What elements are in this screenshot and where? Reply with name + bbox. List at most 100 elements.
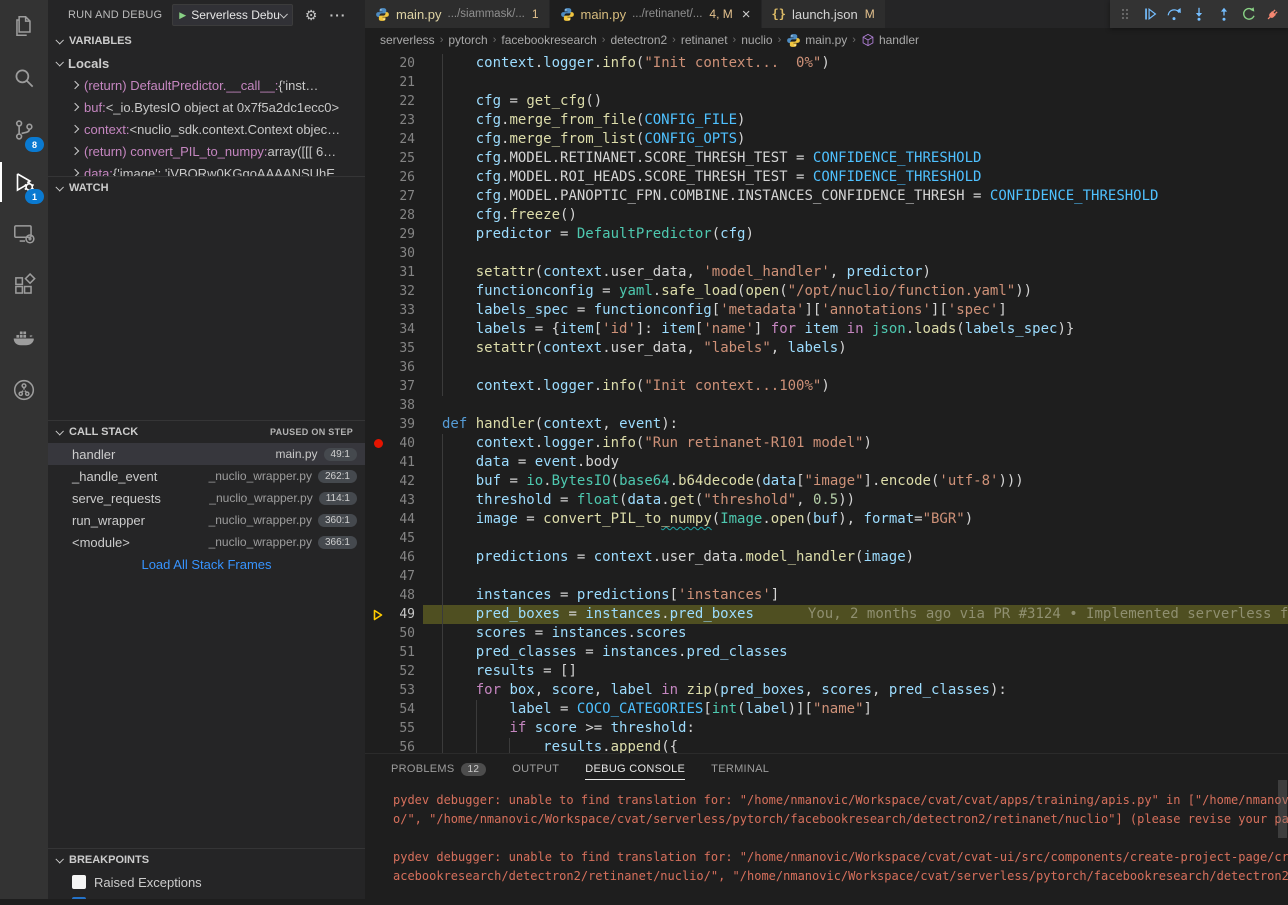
code-text[interactable]: for box, score, label in zip(pred_boxes,…	[423, 681, 1288, 700]
breakpoint-icon[interactable]	[370, 434, 386, 453]
code-line[interactable]: 30	[365, 244, 1288, 263]
code-text[interactable]: context.logger.info("Init context... 0%"…	[423, 54, 1288, 73]
gutter[interactable]: 22	[365, 92, 423, 111]
code-text[interactable]: cfg.MODEL.PANOPTIC_FPN.COMBINE.INSTANCES…	[423, 187, 1288, 206]
gutter[interactable]: 45	[365, 529, 423, 548]
panel-tab-output[interactable]: OUTPUT	[512, 759, 559, 779]
code-line[interactable]: 45	[365, 529, 1288, 548]
debug-config-dropdown[interactable]: ▶ Serverless Debu	[172, 4, 293, 26]
code-text[interactable]: data = event.body	[423, 453, 1288, 472]
code-text[interactable]: context.logger.info("Run retinanet-R101 …	[423, 434, 1288, 453]
code-text[interactable]: buf = io.BytesIO(base64.b64decode(data["…	[423, 472, 1288, 491]
panel-scrollbar[interactable]	[1278, 780, 1287, 838]
code-line[interactable]: 33 labels_spec = functionconfig['metadat…	[365, 301, 1288, 320]
code-line[interactable]: 23 cfg.merge_from_file(CONFIG_FILE)	[365, 111, 1288, 130]
code-text[interactable]: cfg.freeze()	[423, 206, 1288, 225]
explorer-button[interactable]	[0, 0, 48, 52]
gutter[interactable]: 41	[365, 453, 423, 472]
git-graph-button[interactable]	[0, 364, 48, 416]
code-text[interactable]: def handler(context, event):	[423, 415, 1288, 434]
code-line[interactable]: 47	[365, 567, 1288, 586]
gutter[interactable]: 50	[365, 624, 423, 643]
breadcrumb-item-detectron2[interactable]: detectron2	[610, 33, 667, 47]
debug-console-output[interactable]: pydev debugger: unable to find translati…	[365, 784, 1288, 905]
docker-button[interactable]	[0, 312, 48, 364]
variable-row[interactable]: (return) DefaultPredictor.__call__: {'in…	[48, 74, 365, 96]
gutter[interactable]: 44	[365, 510, 423, 529]
gutter[interactable]: 23	[365, 111, 423, 130]
code-text[interactable]: cfg.MODEL.ROI_HEADS.SCORE_THRESH_TEST = …	[423, 168, 1288, 187]
gutter[interactable]: 42	[365, 472, 423, 491]
editor-tab-main-py-0[interactable]: main.py.../siammask/...1	[365, 0, 550, 28]
gutter[interactable]: 30	[365, 244, 423, 263]
gutter[interactable]: 34	[365, 320, 423, 339]
code-line[interactable]: 55 if score >= threshold:	[365, 719, 1288, 738]
extensions-button[interactable]	[0, 260, 48, 312]
code-line[interactable]: 20 context.logger.info("Init context... …	[365, 54, 1288, 73]
code-line[interactable]: 44 image = convert_PIL_to_numpy(Image.op…	[365, 510, 1288, 529]
stack-frame-row[interactable]: serve_requests_nuclio_wrapper.py114:1	[48, 487, 365, 509]
variable-row[interactable]: context: <nuclio_sdk.context.Context obj…	[48, 118, 365, 140]
code-text[interactable]: cfg = get_cfg()	[423, 92, 1288, 111]
code-line[interactable]: 28 cfg.freeze()	[365, 206, 1288, 225]
gear-icon[interactable]: ⚙	[305, 7, 318, 24]
stack-frame-row[interactable]: handlermain.py49:1	[48, 443, 365, 465]
gutter[interactable]: 25	[365, 149, 423, 168]
breakpoint-row[interactable]: Raised Exceptions	[48, 871, 365, 893]
breadcrumb-item-handler[interactable]: handler	[861, 33, 919, 47]
code-line[interactable]: 41 data = event.body	[365, 453, 1288, 472]
start-debugging-icon[interactable]: ▶	[179, 10, 186, 21]
code-text[interactable]	[423, 529, 1288, 548]
code-text[interactable]: setattr(context.user_data, 'model_handle…	[423, 263, 1288, 282]
code-line[interactable]: 35 setattr(context.user_data, "labels", …	[365, 339, 1288, 358]
panel-tab-debug-console[interactable]: DEBUG CONSOLE	[585, 759, 685, 780]
code-text[interactable]: cfg.MODEL.RETINANET.SCORE_THRESH_TEST = …	[423, 149, 1288, 168]
gutter[interactable]: 26	[365, 168, 423, 187]
gutter[interactable]: 21	[365, 73, 423, 92]
gutter[interactable]: 51	[365, 643, 423, 662]
gutter[interactable]: 20	[365, 54, 423, 73]
restart-button[interactable]	[1239, 3, 1259, 25]
code-line[interactable]: 50 scores = instances.scores	[365, 624, 1288, 643]
step-over-button[interactable]	[1164, 3, 1184, 25]
code-text[interactable]: context.logger.info("Init context...100%…	[423, 377, 1288, 396]
gutter[interactable]: 39	[365, 415, 423, 434]
code-text[interactable]: labels = {item['id']: item['name'] for i…	[423, 320, 1288, 339]
gutter[interactable]: 49	[365, 605, 423, 624]
gutter[interactable]: 48	[365, 586, 423, 605]
more-actions-icon[interactable]: ···	[329, 7, 346, 23]
gutter[interactable]: 32	[365, 282, 423, 301]
variables-section-header[interactable]: VARIABLES	[48, 30, 365, 52]
run-and-debug-button[interactable]: 1	[0, 156, 48, 208]
code-text[interactable]: cfg.merge_from_file(CONFIG_FILE)	[423, 111, 1288, 130]
code-text[interactable]	[423, 396, 1288, 415]
gutter[interactable]: 36	[365, 358, 423, 377]
code-line[interactable]: 51 pred_classes = instances.pred_classes	[365, 643, 1288, 662]
step-into-button[interactable]	[1189, 3, 1209, 25]
gutter[interactable]: 40	[365, 434, 423, 453]
breadcrumb-item-retinanet[interactable]: retinanet	[681, 33, 728, 47]
breadcrumb-item-serverless[interactable]: serverless	[380, 33, 435, 47]
code-text[interactable]: pred_classes = instances.pred_classes	[423, 643, 1288, 662]
search-button[interactable]	[0, 52, 48, 104]
breadcrumb-item-pytorch[interactable]: pytorch	[448, 33, 487, 47]
code-text[interactable]: scores = instances.scores	[423, 624, 1288, 643]
breakpoints-section-header[interactable]: BREAKPOINTS	[48, 849, 365, 871]
variable-row[interactable]: data: {'image': 'iVBORw0KGgoAAAANSUhE…	[48, 162, 365, 176]
code-text[interactable]: labels_spec = functionconfig['metadata']…	[423, 301, 1288, 320]
code-text[interactable]: threshold = float(data.get("threshold", …	[423, 491, 1288, 510]
gutter[interactable]: 55	[365, 719, 423, 738]
stack-frame-row[interactable]: <module>_nuclio_wrapper.py366:1	[48, 531, 365, 553]
panel-tab-terminal[interactable]: TERMINAL	[711, 759, 769, 779]
gutter[interactable]: 46	[365, 548, 423, 567]
code-text[interactable]: image = convert_PIL_to_numpy(Image.open(…	[423, 510, 1288, 529]
code-text[interactable]: instances = predictions['instances']	[423, 586, 1288, 605]
variable-row[interactable]: (return) convert_PIL_to_numpy: array([[[…	[48, 140, 365, 162]
call-stack-section-header[interactable]: CALL STACK PAUSED ON STEP	[48, 421, 365, 443]
code-text[interactable]	[423, 73, 1288, 92]
code-text[interactable]: cfg.merge_from_list(CONFIG_OPTS)	[423, 130, 1288, 149]
panel-tab-problems[interactable]: PROBLEMS12	[391, 759, 486, 780]
gutter[interactable]: 28	[365, 206, 423, 225]
code-editor[interactable]: 20 context.logger.info("Init context... …	[365, 52, 1288, 755]
gutter[interactable]: 27	[365, 187, 423, 206]
